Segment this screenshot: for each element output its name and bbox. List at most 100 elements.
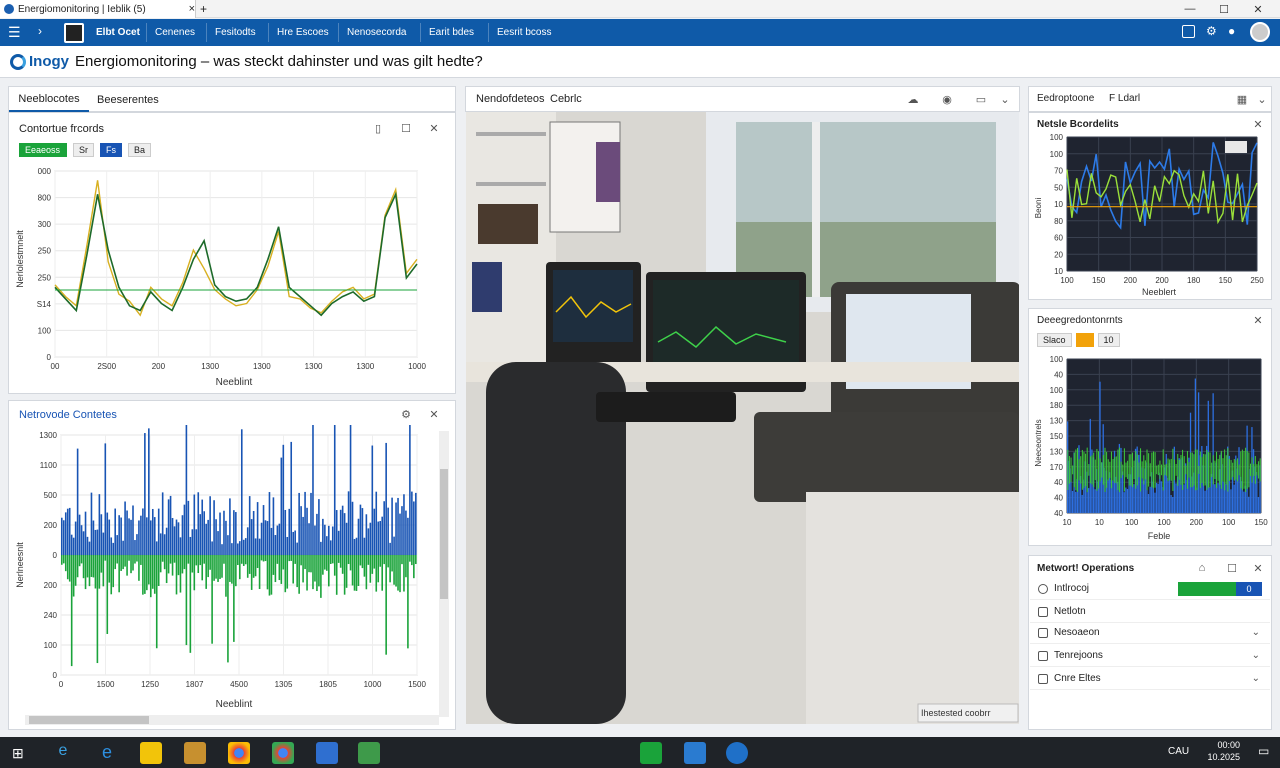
grid-view-icon[interactable]: ▦ <box>1235 92 1249 106</box>
close-panel-icon-5[interactable]: ✕ <box>1251 561 1265 575</box>
new-tab-button[interactable]: + <box>200 2 207 16</box>
browser-tab[interactable]: Energiomonitoring | Ieblik (5) × <box>0 0 196 18</box>
chip-eeaeoss[interactable]: Eeaeoss <box>19 143 67 157</box>
close-tab-icon[interactable]: × <box>189 3 195 15</box>
edge-icon[interactable]: e <box>96 742 118 764</box>
menu-icon[interactable]: ☰ <box>8 24 21 41</box>
nav-item-6[interactable]: Earit bdes <box>420 23 482 42</box>
chart2-bar-negative <box>155 555 158 649</box>
chart2-bar-negative <box>110 555 113 595</box>
chip-10[interactable]: 10 <box>1097 333 1120 347</box>
chart2-bar-positive <box>153 517 156 555</box>
chevron-down-icon-2[interactable]: ⌄ <box>1255 92 1269 106</box>
chart4-bar-green <box>1067 449 1069 490</box>
profile-avatar[interactable] <box>1250 22 1270 42</box>
cloud-icon[interactable]: ☁ <box>906 92 920 106</box>
chart2-bar-positive <box>205 523 207 555</box>
netops-row-cnre-eltes[interactable]: Cnre Eltes ⌄ <box>1030 668 1270 690</box>
chart2-bar-positive <box>102 532 105 555</box>
maximize-icon[interactable]: ☐ <box>1210 0 1238 18</box>
record-icon[interactable]: ◉ <box>940 92 954 106</box>
chart2-bar-negative <box>189 555 192 653</box>
chart2-bar-positive <box>94 529 97 555</box>
close-panel-icon-4[interactable]: ✕ <box>1251 313 1265 327</box>
avatar[interactable] <box>64 23 84 43</box>
app-icon-3[interactable] <box>640 742 662 764</box>
file-explorer-icon[interactable] <box>140 742 162 764</box>
chart-panel-contortue: Contortue frcords ▯ ☐ ✕ Eeaeoss Sr Fs Ba… <box>8 112 456 394</box>
display-icon[interactable]: ▭ <box>974 92 988 106</box>
chart4-bar-green <box>1106 451 1108 488</box>
chart2-bar-positive <box>318 499 320 555</box>
close-icon[interactable]: ✕ <box>1244 0 1272 18</box>
notification-icon[interactable]: ▭ <box>1258 744 1269 758</box>
window-icon[interactable] <box>1182 25 1195 38</box>
chevron-down-icon[interactable]: ⌄ <box>998 92 1012 106</box>
maximize-panel-icon[interactable]: ☐ <box>399 121 413 135</box>
chip-slaco[interactable]: Slaco <box>1037 333 1072 347</box>
chevron-right-icon[interactable]: › <box>38 24 42 38</box>
netops-row-nesoaeon[interactable]: Nesoaeon ⌄ <box>1030 622 1270 644</box>
c3-x-tick: 150 <box>1092 276 1106 285</box>
app-icon-2[interactable] <box>358 742 380 764</box>
chart2-bar-negative <box>353 555 356 591</box>
close-panel-icon-2[interactable]: ✕ <box>427 407 441 421</box>
app-icon-4[interactable] <box>684 742 706 764</box>
settings-icon[interactable]: ⚙ <box>1206 24 1217 38</box>
chrome-icon-2[interactable] <box>272 742 294 764</box>
chart4-bar-green <box>1161 464 1163 476</box>
nav-item-3[interactable]: Fesitodts <box>206 23 264 42</box>
nav-item-2[interactable]: Cenenes <box>146 23 203 42</box>
chart3-legend <box>1225 141 1247 153</box>
user-icon[interactable]: ● <box>1228 24 1235 38</box>
vertical-scrollbar[interactable] <box>439 431 449 717</box>
chip-orange[interactable] <box>1075 333 1094 347</box>
chart2-bar-negative <box>250 555 253 590</box>
tab-cebrlc[interactable]: Cebrlc <box>550 93 582 105</box>
chart2-bar-positive <box>179 537 182 555</box>
close-panel-icon-3[interactable]: ✕ <box>1251 117 1265 131</box>
netops-row-tenrejoons[interactable]: Tenrejoons ⌄ <box>1030 645 1270 667</box>
tab-nendofdeteos[interactable]: Nendofdeteos <box>476 93 545 105</box>
clock-date[interactable]: 10.2025 <box>1200 752 1240 762</box>
calculator-icon[interactable] <box>316 742 338 764</box>
nav-item-5[interactable]: Nenosecorda <box>338 23 414 42</box>
minimize-icon[interactable]: — <box>1176 0 1204 18</box>
clock-time[interactable]: 00:00 <box>1200 740 1240 750</box>
nav-item-7[interactable]: Eesrit bcoss <box>488 23 559 42</box>
close-panel-icon[interactable]: ✕ <box>427 121 441 135</box>
chart2-svg: 13001100500200020024010000 1500 1250 1807 45… <box>15 425 426 710</box>
chart2-bar-negative <box>90 555 93 577</box>
chart2-bar-negative <box>310 555 312 573</box>
windows-start-icon[interactable]: ⊞ <box>12 745 24 762</box>
bookmark-icon[interactable]: ▯ <box>371 121 385 135</box>
tag-icon[interactable]: ⌂ <box>1195 561 1209 575</box>
app-icon-5[interactable] <box>726 742 748 764</box>
tab-beeserentes[interactable]: Beeserentes <box>97 87 177 112</box>
chart2-bar-negative <box>304 555 306 570</box>
language-indicator[interactable]: CAU <box>1168 746 1189 757</box>
chrome-icon[interactable] <box>228 742 250 764</box>
chip-ba[interactable]: Ba <box>128 143 152 157</box>
tab-neeblocotes[interactable]: Neeblocotes <box>9 87 89 112</box>
chip-sr[interactable]: Sr <box>73 143 94 157</box>
app-icon-1[interactable] <box>184 742 206 764</box>
chart2-bar-negative <box>264 555 267 562</box>
tab-f-ldarl[interactable]: F Ldarl <box>1109 93 1140 104</box>
netops-row-netlotn[interactable]: Netlotn <box>1030 601 1270 623</box>
maximize-panel-icon-5[interactable]: ☐ <box>1225 561 1239 575</box>
chart2-bar-positive <box>260 522 263 555</box>
chart2-bar-negative <box>183 555 186 570</box>
chart4-bar-green <box>1207 451 1209 488</box>
nav-item-4[interactable]: Hre Escoes <box>268 23 337 42</box>
netops-row-intlrocoj[interactable]: Intlrocoj 0 <box>1030 578 1270 600</box>
chip-fs[interactable]: Fs <box>100 143 122 157</box>
chart4-bar-blue <box>1071 490 1074 513</box>
horizontal-scrollbar[interactable] <box>25 715 439 725</box>
tab-eedroptoone[interactable]: Eedroptoone <box>1037 93 1094 104</box>
edge-legacy-icon[interactable]: e <box>52 742 74 764</box>
chart2-bar-positive <box>64 512 67 555</box>
chart4-bar-blue <box>1094 489 1096 513</box>
settings-gear-icon[interactable]: ⚙ <box>399 407 413 421</box>
nav-item-1[interactable]: Elbt Ocet <box>88 23 148 42</box>
